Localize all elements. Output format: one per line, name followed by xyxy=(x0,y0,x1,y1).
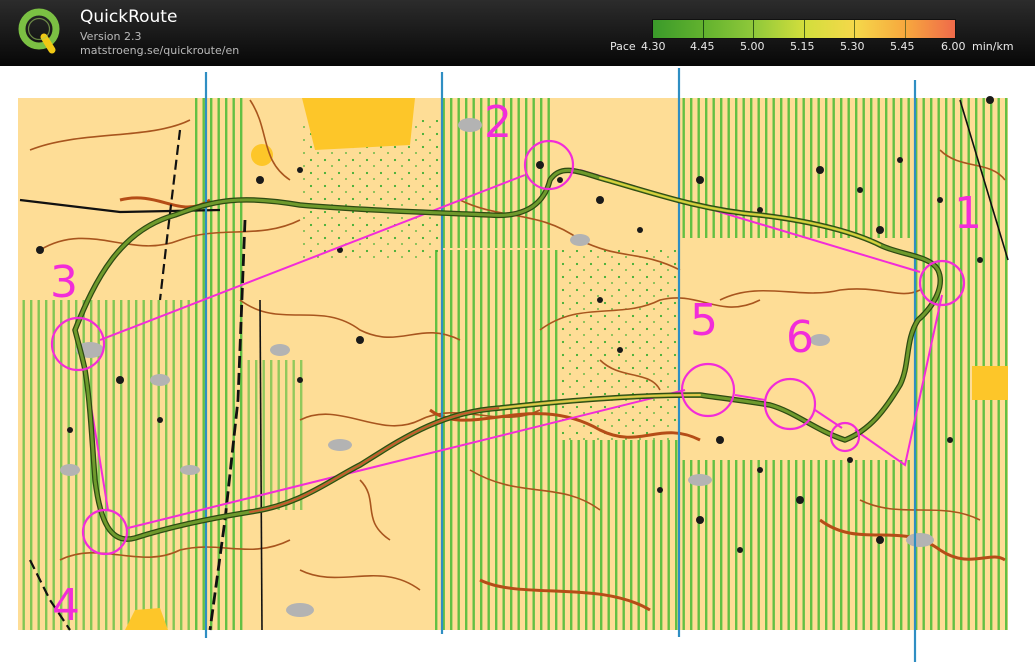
pace-tick: 4.45 xyxy=(690,40,715,53)
pace-unit: min/km xyxy=(972,40,1014,53)
app-header: QuickRoute Version 2.3 matstroeng.se/qui… xyxy=(0,0,1035,66)
pace-segment xyxy=(804,20,855,38)
pace-color-scale xyxy=(652,19,956,39)
pace-tick: 4.30 xyxy=(641,40,666,53)
orienteering-map[interactable]: 1 2 3 4 5 6 xyxy=(0,66,1035,664)
pace-tick: 5.30 xyxy=(840,40,865,53)
pace-tick: 6.00 xyxy=(941,40,966,53)
pace-tick: 5.00 xyxy=(740,40,765,53)
pace-label: Pace xyxy=(610,40,636,53)
control-number-2: 2 xyxy=(484,97,512,148)
pace-segment xyxy=(754,20,805,38)
control-number-4: 4 xyxy=(52,580,80,631)
pace-tick: 5.45 xyxy=(890,40,915,53)
pace-segment xyxy=(703,20,754,38)
pace-segment xyxy=(653,20,704,38)
app-title: QuickRoute xyxy=(80,7,178,27)
pace-segment xyxy=(905,20,955,38)
control-number-6: 6 xyxy=(786,312,814,363)
pace-labels: Pace 4.30 4.45 5.00 5.15 5.30 5.45 6.00 … xyxy=(0,40,1035,56)
pace-segment xyxy=(855,20,906,38)
pace-tick: 5.15 xyxy=(790,40,815,53)
control-number-1: 1 xyxy=(954,188,982,239)
control-number-5: 5 xyxy=(690,295,718,346)
control-number-3: 3 xyxy=(50,257,78,308)
